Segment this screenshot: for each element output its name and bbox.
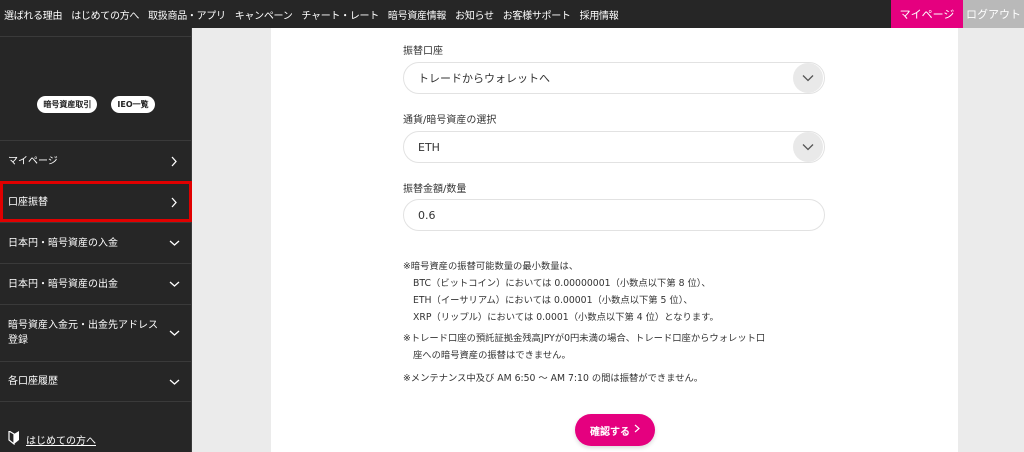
sidebar-item-address-registration[interactable]: 暗号資産入金元・出金先アドレス登録 (0, 304, 192, 361)
chevron-down-icon (793, 63, 823, 93)
sidebar-item-label: 口座振替 (8, 196, 48, 208)
nav-link-products[interactable]: 取扱商品・アプリ (148, 7, 226, 22)
currency-select[interactable]: ETH (403, 131, 825, 163)
note-line: ETH（イーサリアム）においては 0.00001（小数点以下第 5 位）、 (413, 295, 693, 306)
sidebar: 暗号資産取引 IEO一覧 マイページ 口座振替 日本円・暗号資産の入金 日本円・… (0, 28, 192, 452)
chevron-down-icon (168, 278, 180, 290)
confirm-label: 確認する (590, 426, 630, 438)
currency-label: 通貨/暗号資産の選択 (403, 115, 497, 126)
chevron-down-icon (168, 237, 180, 249)
confirm-button[interactable]: 確認する (575, 414, 655, 446)
note-line: BTC（ビットコイン）においては 0.00000001（小数点以下第 8 位）、 (413, 278, 711, 289)
logout-button[interactable]: ログアウト (963, 0, 1024, 28)
nav-link-chart[interactable]: チャート・レート (301, 7, 379, 22)
top-nav-links: 選ばれる理由 はじめての方へ 取扱商品・アプリ キャンペーン チャート・レート … (4, 0, 627, 28)
chevron-down-icon (793, 132, 823, 162)
transfer-account-value: トレードからウォレットへ (418, 72, 550, 85)
note-line: ※トレード口座の預託証拠金残高JPYが0円未満の場合、トレード口座からウォレット… (403, 333, 766, 344)
transfer-account-select[interactable]: トレードからウォレットへ (403, 62, 825, 94)
sidebar-item-label: 暗号資産入金元・出金先アドレス登録 (8, 320, 158, 346)
sidebar-item-label: 日本円・暗号資産の入金 (8, 237, 118, 249)
sidebar-item-label: マイページ (8, 155, 58, 167)
amount-value: 0.6 (418, 208, 436, 222)
chevron-right-icon (168, 196, 180, 208)
sidebar-item-deposit[interactable]: 日本円・暗号資産の入金 (0, 222, 192, 263)
nav-link-crypto-info[interactable]: 暗号資産情報 (388, 7, 447, 22)
mypage-button[interactable]: マイページ (891, 0, 963, 28)
beginner-guide-label: はじめての方へ (26, 436, 96, 447)
top-nav: 選ばれる理由 はじめての方へ 取扱商品・アプリ キャンペーン チャート・レート … (0, 0, 1024, 28)
sidebar-item-withdrawal[interactable]: 日本円・暗号資産の出金 (0, 263, 192, 304)
nav-link-campaign[interactable]: キャンペーン (235, 7, 293, 22)
amount-input[interactable]: 0.6 (403, 199, 825, 231)
sidebar-item-mypage[interactable]: マイページ (0, 140, 192, 181)
sidebar-item-account-history[interactable]: 各口座履歴 (0, 361, 192, 402)
transfer-panel: 振替口座 トレードからウォレットへ 通貨/暗号資産の選択 ETH 振替金額/数量… (271, 28, 958, 452)
beginner-mark-icon (8, 429, 20, 449)
chevron-right-icon (634, 424, 640, 436)
currency-value: ETH (418, 140, 440, 154)
transfer-account-label: 振替口座 (403, 46, 443, 57)
nav-link-news[interactable]: お知らせ (455, 7, 494, 22)
nav-link-reasons[interactable]: 選ばれる理由 (4, 7, 63, 22)
sidebar-tags: 暗号資産取引 IEO一覧 (0, 96, 192, 113)
amount-label: 振替金額/数量 (403, 184, 467, 195)
sidebar-item-label: 日本円・暗号資産の出金 (8, 278, 118, 290)
sidebar-divider (0, 36, 192, 37)
nav-link-support[interactable]: お客様サポート (503, 7, 571, 22)
tag-ieo-list[interactable]: IEO一覧 (111, 96, 155, 113)
sidebar-item-account-transfer[interactable]: 口座振替 (0, 181, 192, 222)
note-line: ※暗号資産の振替可能数量の最小数量は、 (403, 261, 579, 272)
note-line: ※メンテナンス中及び AM 6:50 ～ AM 7:10 の間は振替ができません… (403, 373, 704, 384)
sidebar-menu: マイページ 口座振替 日本円・暗号資産の入金 日本円・暗号資産の出金 暗号資産入… (0, 140, 192, 402)
chevron-down-icon (168, 376, 180, 388)
tag-crypto-trade[interactable]: 暗号資産取引 (37, 96, 98, 113)
nav-link-beginners[interactable]: はじめての方へ (71, 7, 139, 22)
beginner-guide-link[interactable]: はじめての方へ (8, 429, 96, 449)
chevron-down-icon (168, 327, 180, 339)
note-line: XRP（リップル）においては 0.0001（小数点以下第 4 位）となります。 (413, 312, 719, 323)
nav-link-careers[interactable]: 採用情報 (580, 7, 619, 22)
chevron-right-icon (168, 155, 180, 167)
sidebar-item-label: 各口座履歴 (8, 376, 58, 387)
note-line: 座への暗号資産の振替はできません。 (413, 350, 571, 361)
